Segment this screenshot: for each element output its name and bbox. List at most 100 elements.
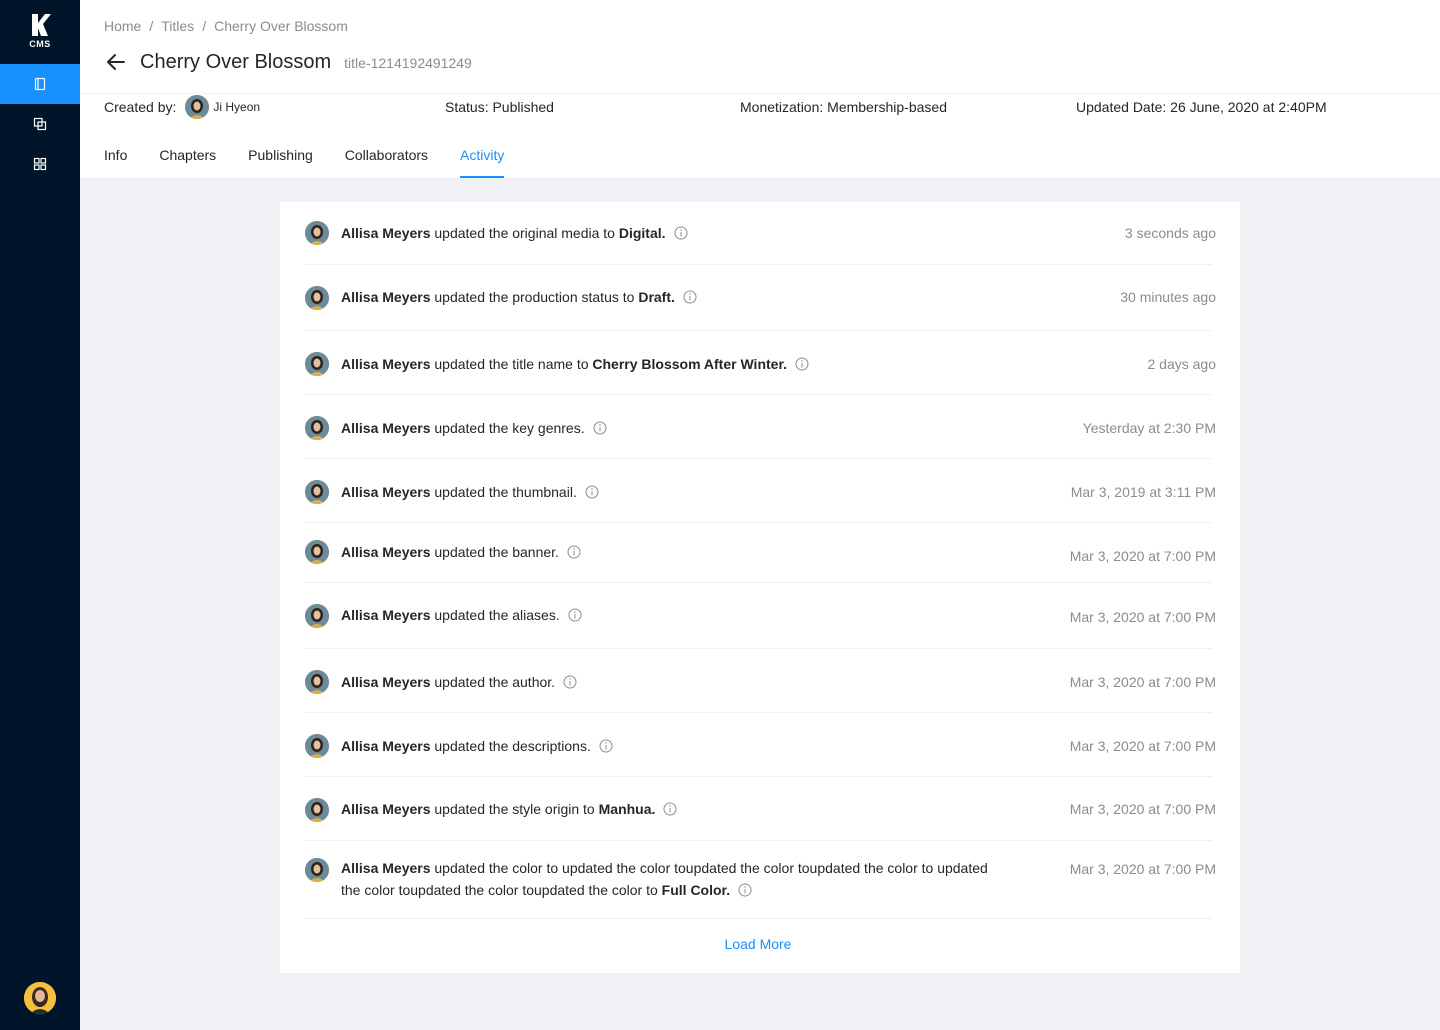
info-circle-icon[interactable] [593,421,607,435]
copy-icon [33,117,47,131]
activity-text: Allisa Meyers updated the aliases. [341,604,991,626]
breadcrumb-titles[interactable]: Titles [161,18,194,34]
user-portrait-icon [24,982,56,1014]
info-circle-icon[interactable] [663,802,677,816]
title-row: Cherry Over Blossom title-1214192491249 [104,50,472,74]
activity-time: Yesterday at 2:30 PM [1082,420,1216,436]
activity-time: Mar 3, 2020 at 7:00 PM [1069,861,1216,877]
info-circle-icon[interactable] [563,675,577,689]
activity-row: Allisa Meyers updated the original media… [304,202,1216,265]
info-circle-icon[interactable] [568,608,582,622]
activity-text: Allisa Meyers updated the style origin t… [341,798,991,820]
sidebar: CMS [0,0,80,1030]
activity-user[interactable]: Allisa Meyers [341,738,431,754]
activity-action: updated the style origin to [434,801,595,817]
activity-action: updated the production status to [434,289,635,305]
activity-row: Allisa Meyers updated the banner. Mar 3, … [304,523,1216,583]
activity-user[interactable]: Allisa Meyers [341,801,431,817]
activity-user-portrait-icon [305,416,329,440]
activity-user[interactable]: Allisa Meyers [341,860,431,876]
nav-collections[interactable] [0,104,80,144]
activity-row: Allisa Meyers updated the key genres. Yes… [304,395,1216,459]
app-logo[interactable]: CMS [0,12,80,52]
creator-name: Ji Hyeon [213,100,261,114]
activity-time: Mar 3, 2019 at 3:11 PM [1070,484,1216,500]
activity-user[interactable]: Allisa Meyers [341,420,431,436]
tab-info[interactable]: Info [104,136,127,178]
activity-action: updated the key genres. [434,420,585,436]
activity-time: Mar 3, 2020 at 7:00 PM [1069,674,1216,690]
activity-user[interactable]: Allisa Meyers [341,225,431,241]
book-icon [34,77,46,91]
activity-avatar [305,480,329,504]
breadcrumb: Home / Titles / Cherry Over Blossom [104,18,348,34]
tab-publishing[interactable]: Publishing [248,136,313,178]
tab-chapters[interactable]: Chapters [159,136,216,178]
activity-user-portrait-icon [305,798,329,822]
activity-user-portrait-icon [305,480,329,504]
logo-text: CMS [29,39,51,49]
monetization: Monetization: Membership-based [740,99,947,115]
activity-avatar [305,734,329,758]
activity-avatar [305,352,329,376]
activity-user-portrait-icon [305,858,329,882]
activity-user-portrait-icon [305,670,329,694]
activity-row: Allisa Meyers updated the author. Mar 3, … [304,649,1216,713]
info-circle-icon[interactable] [683,290,697,304]
activity-action: updated the original media to [434,225,615,241]
activity-user[interactable]: Allisa Meyers [341,484,431,500]
activity-action: updated the author. [434,674,556,690]
activity-time: Mar 3, 2020 at 7:00 PM [1069,738,1216,754]
breadcrumb-home[interactable]: Home [104,18,141,34]
activity-row: Allisa Meyers updated the production sta… [304,265,1216,331]
created-by: Created by: Ji Hyeon [104,95,261,119]
k-logo-icon [32,14,51,36]
activity-user-portrait-icon [305,286,329,310]
activity-row: Allisa Meyers updated the color to updat… [304,841,1216,919]
activity-list: Allisa Meyers updated the original media… [304,202,1216,919]
activity-action: updated the descriptions. [434,738,591,754]
activity-value: Cherry Blossom After Winter. [592,356,788,372]
activity-time: Mar 3, 2020 at 7:00 PM [1069,801,1216,817]
activity-text: Allisa Meyers updated the banner. [341,541,991,563]
activity-value: Draft. [638,289,675,305]
tab-activity[interactable]: Activity [460,136,505,178]
nav-apps[interactable] [0,144,80,184]
activity-avatar [305,221,329,245]
breadcrumb-current: Cherry Over Blossom [214,18,348,34]
info-circle-icon[interactable] [567,545,581,559]
activity-user[interactable]: Allisa Meyers [341,544,431,560]
activity-action: updated the title name to [434,356,589,372]
activity-text: Allisa Meyers updated the key genres. [341,417,991,439]
back-button[interactable] [104,50,128,74]
activity-user[interactable]: Allisa Meyers [341,607,431,623]
tab-bar: Info Chapters Publishing Collaborators Activ… [104,136,536,178]
header-divider [80,93,1440,94]
created-by-label: Created by: [104,99,177,115]
activity-user[interactable]: Allisa Meyers [341,674,431,690]
grid-icon [33,157,47,171]
activity-avatar [305,286,329,310]
info-circle-icon[interactable] [674,226,688,240]
user-avatar[interactable] [24,982,56,1014]
activity-user[interactable]: Allisa Meyers [341,356,431,372]
load-more-button[interactable]: Load More [280,936,1236,952]
activity-text: Allisa Meyers updated the author. [341,671,991,693]
info-circle-icon[interactable] [795,357,809,371]
info-circle-icon[interactable] [585,485,599,499]
activity-value: Full Color. [661,882,731,898]
info-circle-icon[interactable] [599,739,613,753]
activity-user[interactable]: Allisa Meyers [341,289,431,305]
creator-portrait-icon [185,95,210,119]
tab-collaborators[interactable]: Collaborators [345,136,428,178]
activity-time: 3 seconds ago [1124,225,1216,241]
activity-row: Allisa Meyers updated the style origin t… [304,777,1216,841]
activity-user-portrait-icon [305,221,329,245]
activity-value: Manhua. [598,801,656,817]
info-circle-icon[interactable] [738,883,752,897]
activity-user-portrait-icon [305,604,329,628]
activity-card: Allisa Meyers updated the original media… [280,202,1240,973]
nav-titles[interactable] [0,64,80,104]
activity-time: Mar 3, 2020 at 7:00 PM [1069,609,1216,625]
activity-avatar [305,798,329,822]
